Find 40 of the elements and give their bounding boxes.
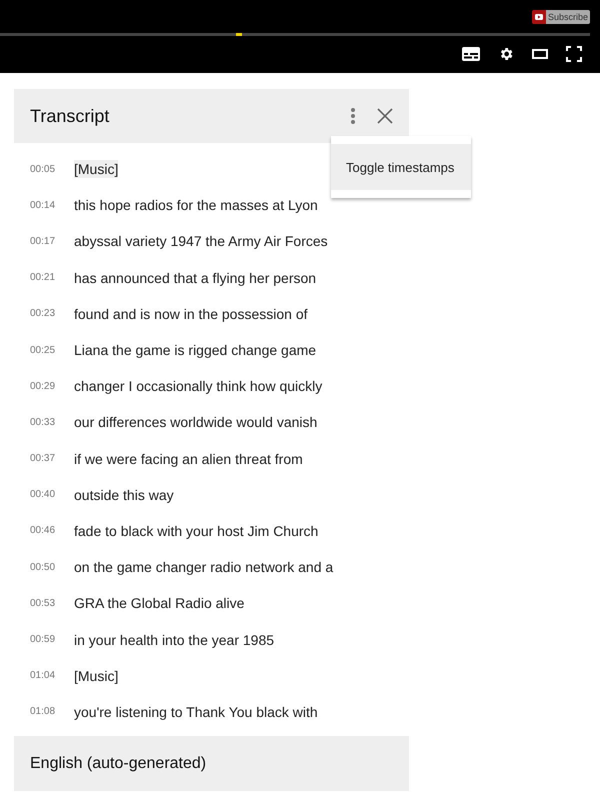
transcript-line[interactable]: fade to black with your host Jim Church bbox=[74, 522, 318, 540]
timestamp[interactable]: 00:40 bbox=[30, 489, 74, 500]
timestamp[interactable]: 01:08 bbox=[30, 706, 74, 718]
settings-icon[interactable] bbox=[498, 46, 514, 62]
transcript-line[interactable]: found and is now in the possession of bbox=[74, 304, 308, 323]
timestamp[interactable]: 00:17 bbox=[30, 236, 74, 247]
theater-mode-icon[interactable] bbox=[532, 49, 548, 59]
transcript-line[interactable]: [Music] bbox=[74, 666, 118, 685]
timestamp[interactable]: 00:05 bbox=[30, 164, 74, 175]
timestamp[interactable]: 00:23 bbox=[30, 308, 74, 320]
timestamp[interactable]: 00:14 bbox=[30, 200, 74, 211]
transcript-line[interactable]: our differences worldwide would vanish bbox=[74, 413, 318, 432]
transcript-line[interactable]: has announced that a flying her person bbox=[74, 268, 316, 287]
transcript-line[interactable]: in your health into the year 1985 bbox=[74, 630, 274, 649]
language-selector[interactable]: English (auto-generated) bbox=[14, 736, 409, 791]
progress-marker[interactable] bbox=[236, 33, 242, 36]
timestamp[interactable]: 00:53 bbox=[30, 598, 74, 609]
play-icon bbox=[532, 10, 546, 24]
transcript-title: Transcript bbox=[30, 106, 110, 126]
timestamp[interactable]: 00:29 bbox=[30, 380, 74, 392]
transcript-line[interactable]: changer I occasionally think how quickly bbox=[74, 377, 322, 396]
transcript-line[interactable]: on the game changer radio network and a bbox=[74, 558, 334, 576]
menu-item[interactable]: Toggle timestamps bbox=[331, 144, 471, 190]
transcript-line[interactable]: this hope radios for the masses at Lyon bbox=[74, 196, 318, 214]
timestamp[interactable]: 00:33 bbox=[30, 416, 74, 428]
transcript-line[interactable]: abyssal variety 1947 the Army Air Forces bbox=[74, 232, 328, 250]
timestamp[interactable]: 00:37 bbox=[30, 453, 74, 464]
transcript-line[interactable]: you're listening to Thank You black with bbox=[74, 702, 318, 721]
transcript-line[interactable]: outside this way bbox=[74, 486, 174, 504]
fullscreen-icon[interactable] bbox=[566, 46, 582, 62]
timestamp[interactable]: 00:59 bbox=[30, 634, 74, 646]
transcript-line[interactable]: Liana the game is rigged change game bbox=[74, 341, 316, 360]
timestamp[interactable]: 00:46 bbox=[30, 525, 74, 536]
timestamp[interactable]: 00:21 bbox=[30, 272, 74, 284]
transcript-line[interactable]: GRA the Global Radio alive bbox=[74, 594, 244, 612]
timestamp[interactable]: 00:25 bbox=[30, 344, 74, 356]
transcript-line[interactable]: if we were facing an alien threat from bbox=[74, 450, 303, 468]
subtitles-icon[interactable] bbox=[462, 47, 480, 61]
timestamp[interactable]: 00:50 bbox=[30, 562, 74, 573]
timestamp[interactable]: 01:04 bbox=[30, 670, 74, 682]
